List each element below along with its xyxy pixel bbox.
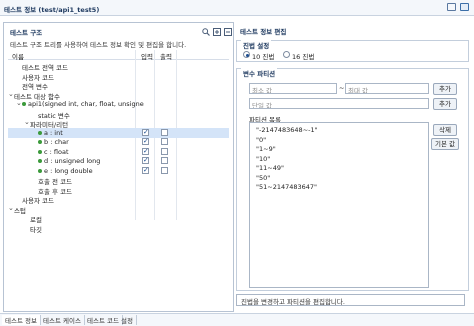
tree-row[interactable]: 테스트 전역 코드 xyxy=(8,61,229,72)
expand-toggle-icon[interactable]: ⌄ xyxy=(16,99,22,107)
radix-title: 진법 설정 xyxy=(241,40,272,50)
tab-1[interactable]: 테스트 케이스 xyxy=(40,315,85,325)
tab-0[interactable]: 테스트 정보 xyxy=(2,315,41,325)
input-checkbox[interactable] xyxy=(142,166,149,174)
delete-partition-button[interactable]: 삭제 xyxy=(433,124,457,136)
tree-row[interactable]: 타깃 xyxy=(8,223,229,234)
input-checkbox[interactable] xyxy=(142,147,149,155)
radix-16-label: 16 진법 xyxy=(292,53,315,61)
radix-10-label: 10 진법 xyxy=(252,53,275,61)
output-checkbox[interactable] xyxy=(161,147,168,155)
input-checkbox[interactable] xyxy=(142,128,149,136)
status-bar: 진법을 변경하고 파티션을 편집합니다. xyxy=(236,294,465,306)
tab-3[interactable]: 설정 xyxy=(118,315,137,325)
variable-node-icon xyxy=(22,102,26,106)
output-checkbox[interactable] xyxy=(161,157,168,164)
partition-item[interactable]: "51~2147483647" xyxy=(256,183,317,191)
tree-row[interactable]: 사용자 코드 xyxy=(8,194,229,205)
tree-row[interactable]: a : int xyxy=(8,127,229,138)
tree-description: 테스트 구조 트리를 사용하여 테스트 정보 확인 및 편집을 합니다. xyxy=(10,41,187,49)
variable-node-icon xyxy=(38,149,42,154)
partition-item[interactable]: "11~49" xyxy=(256,164,284,172)
min-value-input[interactable]: 최소 값 xyxy=(249,83,337,94)
collapse-all-icon[interactable] xyxy=(224,28,232,36)
expand-toggle-icon[interactable]: ⌄ xyxy=(8,204,14,212)
tree-row[interactable]: 호출 후 코드 xyxy=(8,185,229,196)
output-checkbox[interactable] xyxy=(161,138,168,145)
partition-item[interactable]: "10" xyxy=(256,155,270,163)
partition-item[interactable]: "50" xyxy=(256,174,270,182)
tree-row-label: 타깃 xyxy=(30,225,42,234)
expand-all-icon[interactable] xyxy=(213,28,221,36)
tree-row[interactable]: c : float xyxy=(8,147,229,157)
window-title: 테스트 정보 (test/api1_test5) xyxy=(4,6,100,14)
tree-row[interactable]: e : long double xyxy=(8,166,229,176)
tree-row-label: e : long double xyxy=(44,166,93,175)
range-tilde: ~ xyxy=(339,84,345,92)
editor-section-title: 테스트 정보 편집 xyxy=(240,28,287,36)
test-info-editor-panel: 테스트 정보 편집 진법 설정 10 진법 16 진법 변수 파티션 최소 값 … xyxy=(236,22,471,312)
tree-section-title: 테스트 구조 xyxy=(10,29,43,37)
default-value-button[interactable]: 기본 값 xyxy=(431,138,459,150)
expand-toggle-icon[interactable]: ⌄ xyxy=(8,90,14,98)
tree-row[interactable]: ⌄ 테스트 대상 함수 xyxy=(8,90,229,101)
search-icon[interactable] xyxy=(202,28,210,36)
radix-group: 진법 설정 10 진법 16 진법 xyxy=(236,40,469,62)
input-checkbox[interactable] xyxy=(142,156,149,164)
save-icon[interactable] xyxy=(447,3,456,11)
bottom-tab-bar: 테스트 정보 테스트 케이스 테스트 코드 설정 xyxy=(0,313,474,326)
single-value-input[interactable]: 단일 값 xyxy=(249,98,429,109)
tree-row[interactable]: ⌄ api1(signed int, char, float, unsigne xyxy=(8,99,229,109)
variable-node-icon xyxy=(38,130,42,135)
tree-row[interactable]: 전역 변수 xyxy=(8,80,229,91)
partition-item[interactable]: "1~9" xyxy=(256,145,276,153)
column-input: 입력 xyxy=(141,53,153,61)
tree-row[interactable]: ⌄ 파라미터/리턴 xyxy=(8,118,229,129)
radix-16-radio[interactable] xyxy=(283,51,290,58)
tree-column-header: 이름 입력 출력 xyxy=(8,50,229,61)
input-checkbox[interactable] xyxy=(142,137,149,145)
test-structure-panel: 테스트 구조 테스트 구조 트리를 사용하여 테스트 정보 확인 및 편집을 합… xyxy=(3,22,234,312)
output-checkbox[interactable] xyxy=(161,166,168,174)
variable-node-icon xyxy=(38,140,42,144)
radix-10-radio[interactable] xyxy=(243,51,250,58)
variable-node-icon xyxy=(38,168,42,173)
tree-row-label: c : float xyxy=(44,147,69,156)
export-icon[interactable] xyxy=(460,3,469,11)
tree-row[interactable]: static 변수 xyxy=(8,109,229,120)
add-range-button[interactable]: 추가 xyxy=(433,83,457,95)
variable-node-icon xyxy=(38,159,42,163)
partition-list[interactable]: "-2147483648~-1" "0" "1~9" "10" "11~49" "50" "… xyxy=(249,122,429,288)
max-value-input[interactable]: 최대 값 xyxy=(345,83,429,94)
partition-item[interactable]: "0" xyxy=(256,136,266,144)
tree-row[interactable]: d : unsigned long xyxy=(8,156,229,166)
column-name: 이름 xyxy=(12,53,24,61)
tree-row-label: d : unsigned long xyxy=(44,157,101,165)
tree-row[interactable]: ⌄ 스텁 xyxy=(8,204,229,215)
partition-item[interactable]: "-2147483648~-1" xyxy=(256,126,318,134)
partition-title: 변수 파티션 xyxy=(241,68,278,78)
tree-row-label: b : char xyxy=(44,138,69,146)
tree-row-label: a : int xyxy=(44,128,63,137)
tree-row-label: api1(signed int, char, float, unsigne xyxy=(28,100,144,108)
add-single-button[interactable]: 추가 xyxy=(433,98,457,110)
tree-row[interactable]: 사용자 코드 xyxy=(8,71,229,82)
column-output: 출력 xyxy=(160,53,172,61)
tree-row[interactable]: 호출 전 코드 xyxy=(8,175,229,186)
tree-row[interactable]: b : char xyxy=(8,137,229,147)
output-checkbox[interactable] xyxy=(161,128,168,136)
expand-toggle-icon[interactable]: ⌄ xyxy=(24,118,30,126)
window-titlebar: 테스트 정보 (test/api1_test5) xyxy=(0,0,474,16)
tree-row[interactable]: 로컬 xyxy=(8,213,229,224)
partition-group: 변수 파티션 최소 값 ~ 최대 값 추가 단일 값 추가 파티션 목록 "-2… xyxy=(236,68,469,291)
